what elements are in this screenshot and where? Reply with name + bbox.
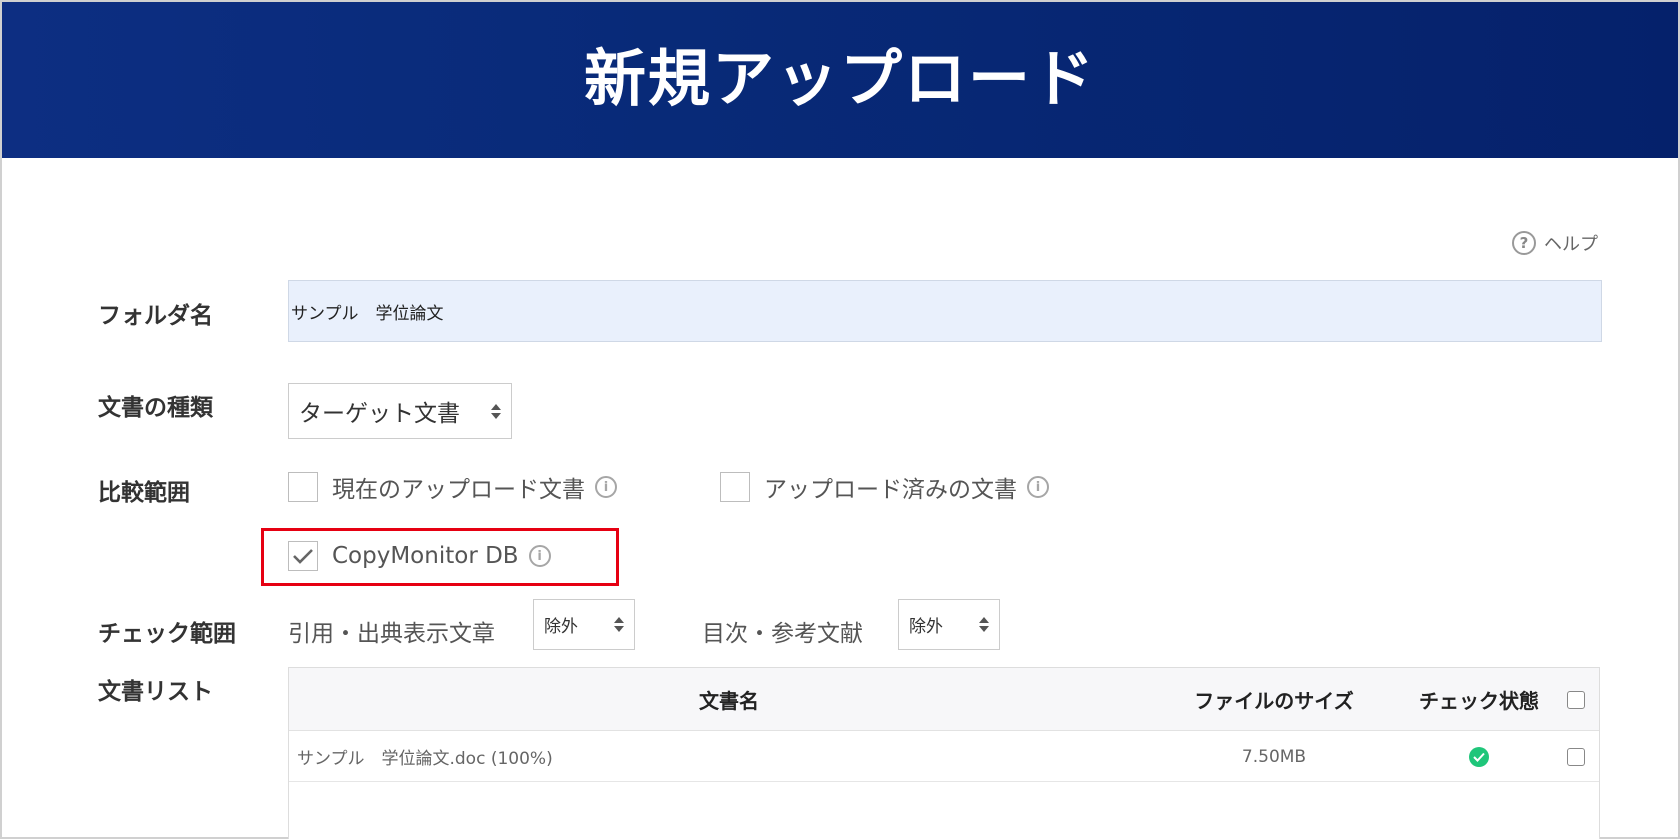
select-all-checkbox[interactable] [1567,690,1585,709]
page-header: 新規アップロード [2,2,1678,158]
toc-value: 除外 [909,617,943,637]
citation-label: 引用・出典表示文章 [288,621,495,647]
doc-type-select[interactable]: ターゲット文書 [288,383,512,439]
info-icon[interactable]: i [595,476,617,498]
doc-name-cell: サンプル 学位論文.doc (100%) [297,749,553,769]
help-circle-icon: ? [1512,231,1536,255]
file-size-cell: 7.50MB [1241,746,1307,767]
doc-type-label: 文書の種類 [98,395,213,421]
info-icon[interactable]: i [1027,476,1049,498]
highlight-box [261,528,619,586]
toc-select[interactable]: 除外 [898,599,1000,650]
compare-option-uploaded[interactable]: アップロード済みの文書 i [720,470,1049,504]
citation-select[interactable]: 除外 [533,599,635,650]
check-range-label: チェック範囲 [98,621,236,647]
uploaded-docs-checkbox[interactable] [720,472,750,502]
citation-value: 除外 [544,617,578,637]
folder-name-input[interactable] [288,280,1602,342]
compare-option-current[interactable]: 現在のアップロード文書 i [288,470,617,504]
table-row[interactable]: サンプル 学位論文.doc (100%) 7.50MB [289,731,1599,782]
row-select-cell [1551,731,1601,782]
folder-name-label: フォルダ名 [98,303,213,329]
doc-list-label: 文書リスト [98,679,213,705]
col-file-size: ファイルのサイズ [1194,689,1354,713]
col-doc-name: 文書名 [699,689,759,713]
doc-list-table: 文書名 ファイルのサイズ チェック状態 サンプル 学位論文.doc (100%)… [288,667,1600,839]
select-all-cell [1551,668,1601,731]
doc-type-value: ターゲット文書 [299,401,460,427]
select-arrows-icon [979,617,989,632]
table-header: 文書名 ファイルのサイズ チェック状態 [289,668,1599,731]
row-checkbox[interactable] [1567,747,1585,766]
compare-range-label: 比較範囲 [98,480,190,506]
uploaded-docs-label: アップロード済みの文書 [764,477,1017,503]
page-title: 新規アップロード [583,42,1096,115]
select-arrows-icon [491,403,501,419]
toc-label: 目次・参考文献 [702,621,863,647]
check-ok-icon [1469,746,1489,767]
current-upload-checkbox[interactable] [288,472,318,502]
help-link[interactable]: ? ヘルプ [1512,230,1598,256]
current-upload-label: 現在のアップロード文書 [332,477,585,503]
help-label: ヘルプ [1544,234,1598,255]
select-arrows-icon [614,617,624,632]
